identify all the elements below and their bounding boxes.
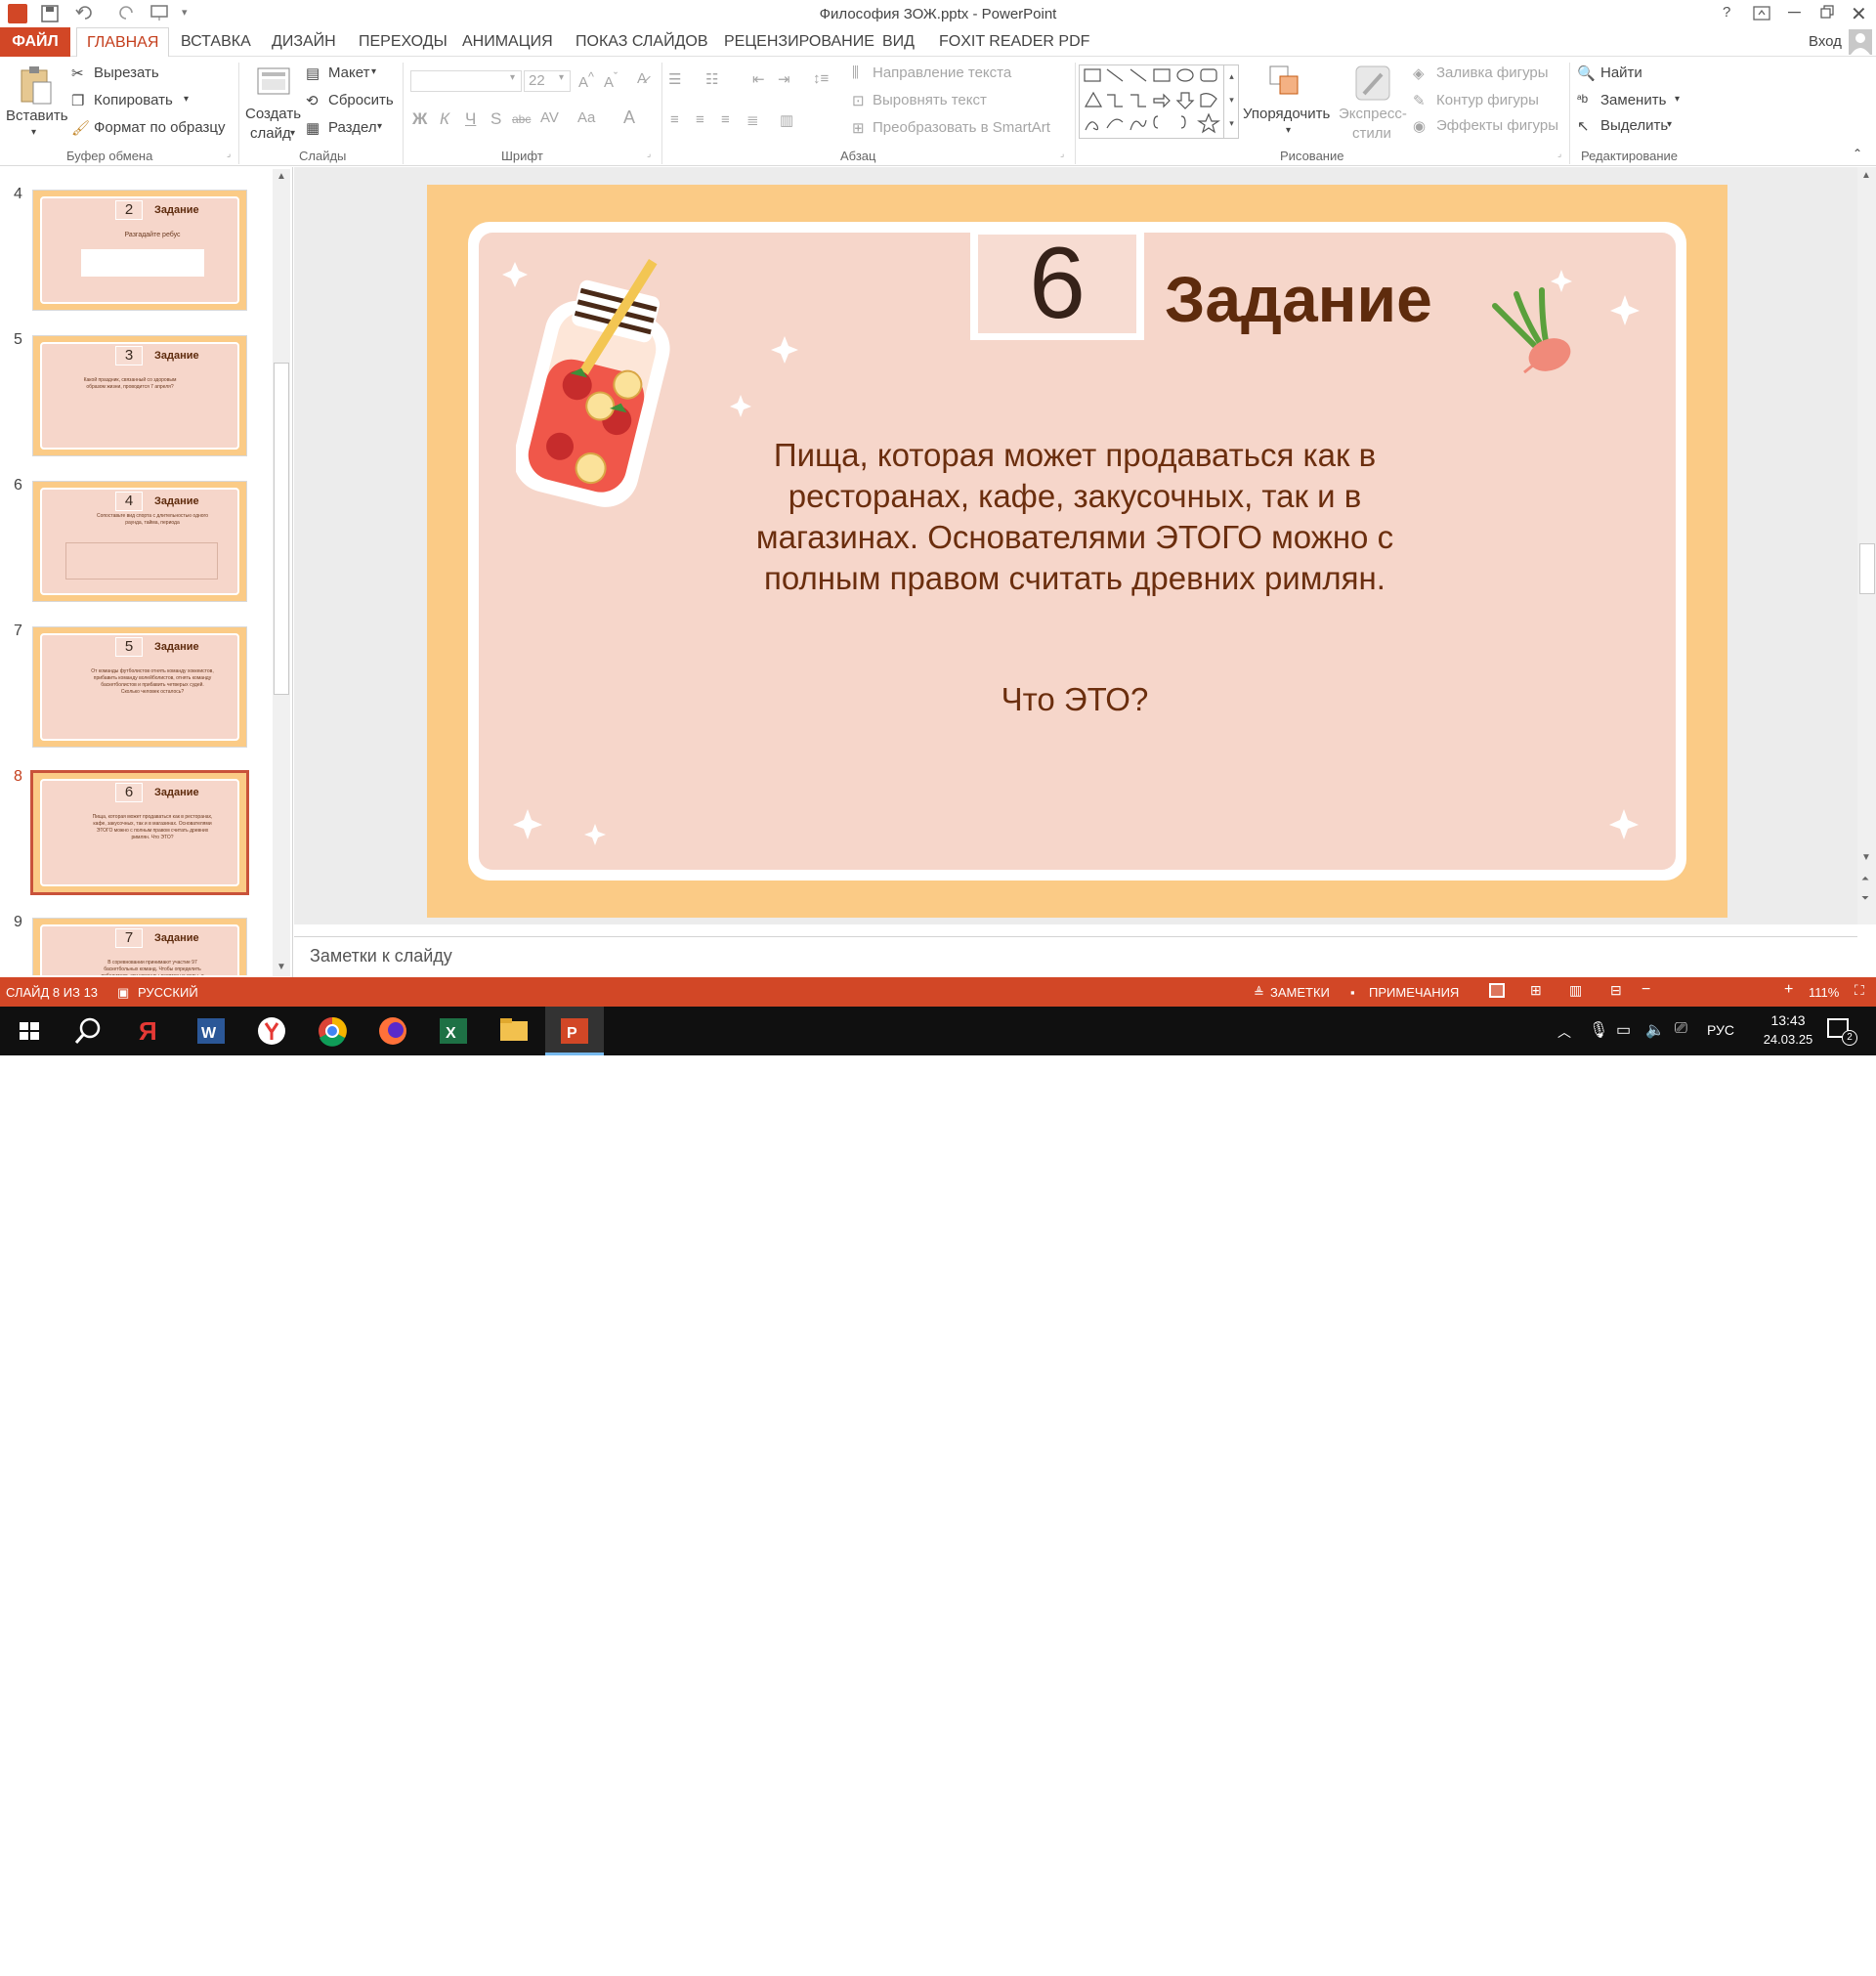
search-icon[interactable] [59,1007,117,1055]
zoom-slider-thumb[interactable] [1717,1962,1722,1976]
clock-date[interactable]: 24.03.25 [1759,1032,1817,1047]
slide-body-text[interactable]: Пища, которая может продаваться как в ре… [723,435,1427,599]
svg-text:P: P [567,1025,577,1042]
language-indicator[interactable]: РУССКИЙ [138,985,198,1000]
show-hidden-icons[interactable]: ︿ [1557,1022,1571,1042]
notes-pane[interactable] [294,936,1857,977]
microphone-icon[interactable]: 🎙 [1589,1020,1608,1040]
slide-task-number[interactable]: 6 [978,233,1136,334]
status-bar: СЛАЙД 8 ИЗ 13 ▣ РУССКИЙ ≜ ЗАМЕТКИ ▪ ПРИМ… [0,977,1876,1976]
normal-view-icon[interactable] [1489,983,1505,998]
slide-counter: СЛАЙД 8 ИЗ 13 [6,985,99,1000]
powerpoint-taskbar-icon[interactable]: P [545,1007,604,1055]
start-icon[interactable] [0,1007,59,1055]
zoom-level[interactable]: 111% [1809,985,1839,1000]
volume-icon[interactable]: 🔈 [1645,1020,1665,1040]
zoom-in-icon[interactable]: + [1784,981,1793,999]
comments-icon[interactable]: ▪ [1350,985,1355,1000]
comments-button[interactable]: ПРИМЕЧАНИЯ [1369,985,1459,1000]
notes-icon[interactable]: ≜ [1254,985,1264,1001]
battery-icon[interactable]: ▭ [1616,1020,1631,1040]
zoom-out-icon[interactable]: − [1642,981,1650,999]
windows-taskbar: Я W X P ︿ 🎙 ▭ 🔈 ⎚ РУС 13:43 24.03.25 2 [0,1007,1876,1055]
word-icon[interactable]: W [182,1007,240,1055]
chrome-icon[interactable] [303,1007,362,1055]
yandex-icon[interactable]: Я [121,1007,180,1055]
slideshow-view-icon[interactable]: ⊟ [1610,982,1622,999]
input-language[interactable]: РУС [1707,1022,1734,1038]
spellcheck-icon[interactable]: ▣ [117,985,129,1001]
reading-view-icon[interactable]: ▥ [1569,982,1582,999]
fruit-drink-jar-image [516,259,670,507]
network-icon[interactable]: ⎚ [1675,1020,1687,1038]
slide-sorter-icon[interactable]: ⊞ [1530,982,1542,999]
svg-text:X: X [446,1025,456,1042]
yandex-browser-icon[interactable] [242,1007,301,1055]
radish-image [1492,287,1571,374]
clock-time[interactable]: 13:43 [1759,1012,1817,1028]
firefox-icon[interactable] [363,1007,422,1055]
svg-text:W: W [201,1025,217,1042]
excel-icon[interactable]: X [424,1007,483,1055]
fit-to-window-icon[interactable]: ⛶ [1855,982,1864,999]
file-explorer-icon[interactable] [485,1007,543,1055]
notification-count[interactable]: 2 [1842,1030,1857,1046]
svg-text:Я: Я [139,1016,157,1046]
notes-button[interactable]: ЗАМЕТКИ [1270,985,1330,1000]
notes-placeholder[interactable]: Заметки к слайду [310,946,452,967]
slide-title[interactable]: Задание [1165,262,1432,336]
slide-question[interactable]: Что ЭТО? [723,681,1427,718]
